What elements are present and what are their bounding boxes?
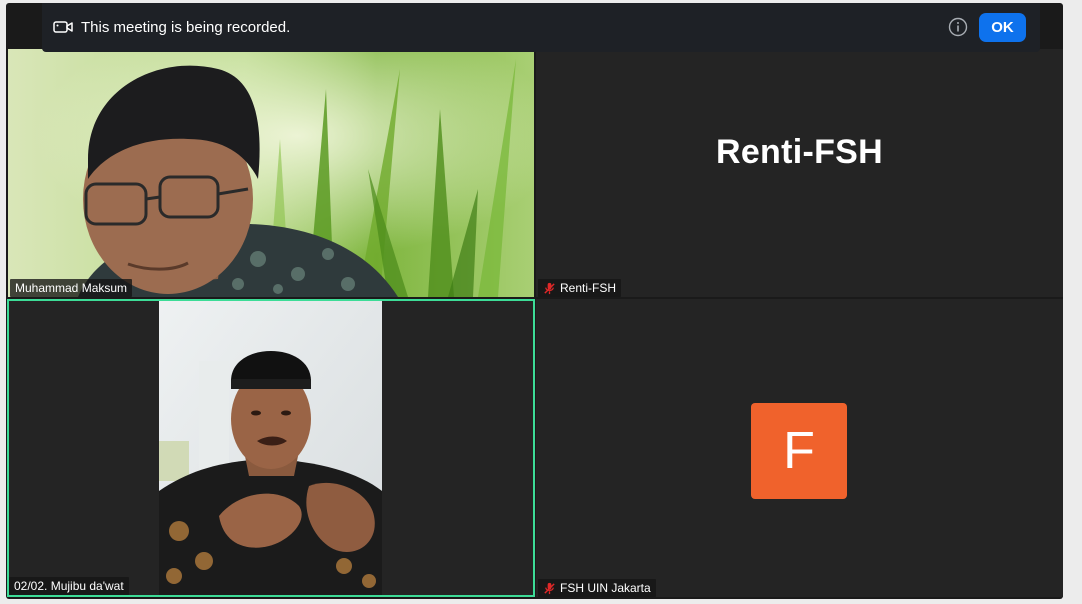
ok-button[interactable]: OK xyxy=(979,13,1026,42)
participant-video-muhammad-maksum xyxy=(8,49,534,297)
participant-name-tag: Muhammad Maksum xyxy=(10,279,133,297)
meeting-window: Muhammad Maksum Renti-FSH Renti-FSH 02/0… xyxy=(6,3,1063,599)
video-camera-icon xyxy=(53,21,73,33)
video-tile-muhammad-maksum[interactable]: Muhammad Maksum xyxy=(8,49,534,297)
microphone-muted-icon xyxy=(544,282,555,294)
participant-name: 02/02. Mujibu da'wat xyxy=(14,579,124,593)
recording-message: This meeting is being recorded. xyxy=(81,19,291,36)
participant-name-tag: 02/02. Mujibu da'wat xyxy=(9,577,129,595)
participant-name: Renti-FSH xyxy=(560,281,617,295)
video-tile-mujibu-dawat[interactable]: 02/02. Mujibu da'wat xyxy=(7,299,535,597)
participant-name-tag: Renti-FSH xyxy=(538,279,622,297)
info-icon[interactable] xyxy=(948,17,968,37)
participant-name-tag: FSH UIN Jakarta xyxy=(538,579,656,597)
participant-name: Muhammad Maksum xyxy=(15,281,128,295)
participant-avatar: F xyxy=(751,403,847,499)
participant-video-mujibu-dawat xyxy=(159,301,382,595)
video-tile-renti-fsh[interactable]: Renti-FSH Renti-FSH xyxy=(536,49,1063,297)
recording-notification-banner: This meeting is being recorded. OK xyxy=(42,3,1040,52)
microphone-muted-icon xyxy=(544,582,555,594)
participant-display-name: Renti-FSH xyxy=(715,133,884,171)
participant-name: FSH UIN Jakarta xyxy=(560,581,651,595)
video-tile-fsh-uin-jakarta[interactable]: F FSH UIN Jakarta xyxy=(536,299,1063,597)
